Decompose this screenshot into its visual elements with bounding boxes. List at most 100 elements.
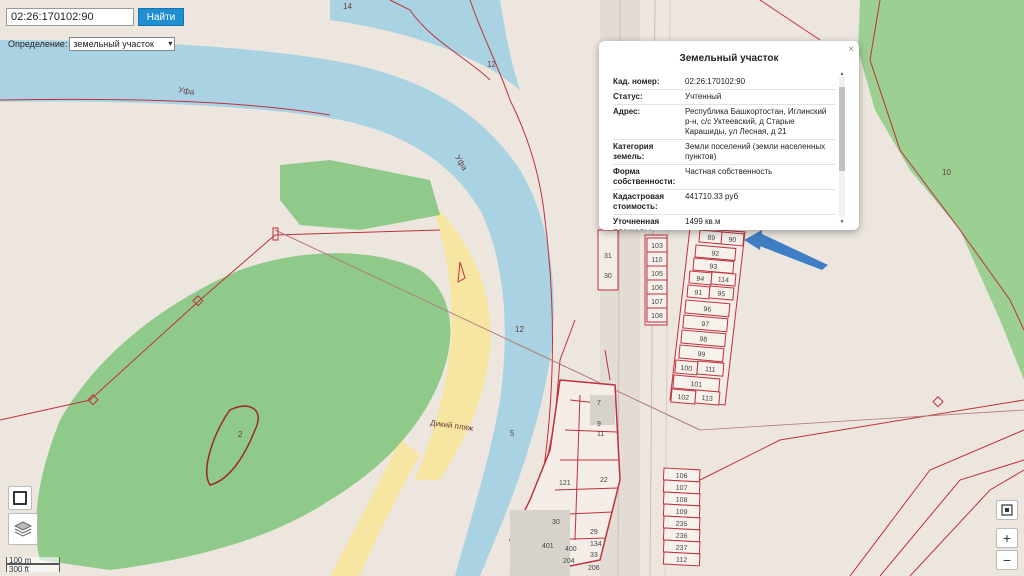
plot-number: 107 <box>651 299 663 306</box>
parcel-label: 400 <box>565 546 577 553</box>
land-plot[interactable]: 114 <box>710 271 737 287</box>
plots-left-column: 103 110 105 106 107 108 <box>646 237 668 323</box>
parcel-label: 2 <box>238 430 243 439</box>
land-plot[interactable]: 106 <box>646 279 668 295</box>
parcel-label: 9 <box>597 421 601 428</box>
popup-title: Земельный участок <box>679 53 779 64</box>
info-value: 441710.33 руб <box>685 192 739 201</box>
info-key: Кадастровая стоимость: <box>613 192 665 211</box>
info-value: Частная собственность <box>685 167 773 176</box>
plot-number: 90 <box>728 237 736 245</box>
cadastral-search-input[interactable] <box>6 8 134 26</box>
plot-number: 108 <box>676 497 688 505</box>
land-plot[interactable]: 94 <box>688 270 713 286</box>
parcel-label: 12 <box>515 325 524 334</box>
popup-info-row: Кадастровая стоимость: 441710.33 руб <box>613 190 835 215</box>
popup-scrollbar[interactable]: ▲ ▼ <box>839 71 845 225</box>
land-plot[interactable]: 103 <box>646 237 668 253</box>
popup-info-row: Форма собственности: Частная собственност… <box>613 165 835 190</box>
parcel-label: 14 <box>343 2 352 11</box>
land-plot[interactable]: 90 <box>720 231 745 247</box>
plot-number: 110 <box>651 257 662 264</box>
definition-selected: земельный участок <box>73 39 154 49</box>
parcel-info-popup: Земельный участок × Кад. номер: 02:26:170… <box>599 41 859 230</box>
parcel-label: 206 <box>588 565 600 572</box>
plot-number: 102 <box>677 394 689 402</box>
parcel-label: 5 <box>510 429 515 438</box>
info-key: Статус: <box>613 92 643 101</box>
square-icon <box>13 491 27 505</box>
plot-number: 111 <box>705 366 716 374</box>
plot-number: 91 <box>694 290 702 298</box>
parcel-label: 33 <box>590 552 598 559</box>
info-key: Адрес: <box>613 107 641 116</box>
zoom-in-button[interactable]: + <box>996 528 1018 548</box>
plot-number: 93 <box>709 263 717 271</box>
info-key: Кад. номер: <box>613 77 660 86</box>
land-plot[interactable]: 100 <box>674 359 699 376</box>
info-value: 1499 кв.м <box>685 217 721 226</box>
scale-imperial: 300 ft <box>6 564 60 574</box>
close-icon[interactable]: × <box>848 44 854 55</box>
parcel-label: 10 <box>942 168 951 177</box>
plot-number: 114 <box>717 277 729 285</box>
land-plot[interactable]: 113 <box>694 389 721 406</box>
search-bar: Найти <box>6 8 184 26</box>
info-value: Республика Башкортостан, Иглинский р-н, … <box>685 107 827 136</box>
locate-button[interactable] <box>996 500 1018 520</box>
land-plot[interactable]: 110 <box>646 251 668 267</box>
plot-number: 96 <box>703 306 711 314</box>
plot-number: 106 <box>651 285 663 292</box>
info-value: 02:26:170102:90 <box>685 77 746 86</box>
plot-number: 89 <box>707 235 715 243</box>
plot-number: 112 <box>676 557 688 565</box>
popup-info-row: Кад. номер: 02:26:170102:90 <box>613 75 835 90</box>
plot-number: 98 <box>699 336 707 344</box>
popup-info-row: Уточненная площадь: 1499 кв.м <box>613 215 835 230</box>
land-plot[interactable]: 95 <box>708 285 735 301</box>
locate-icon <box>1001 504 1013 516</box>
land-plot[interactable]: 111 <box>696 360 725 377</box>
scroll-up-icon[interactable]: ▲ <box>839 71 845 77</box>
info-value: Учтенный <box>685 92 722 101</box>
land-plot[interactable]: 112 <box>662 551 701 567</box>
definition-select[interactable]: земельный участок ▾ <box>69 37 176 51</box>
info-key: Категория земель: <box>613 142 654 161</box>
plot-number: 105 <box>651 271 663 278</box>
land-plot[interactable]: 89 <box>698 229 725 245</box>
layers-button[interactable] <box>8 513 38 545</box>
plot-number: 92 <box>711 250 719 258</box>
land-plot[interactable]: 105 <box>646 265 668 281</box>
building <box>590 395 615 425</box>
land-plot[interactable]: 91 <box>686 284 711 300</box>
land-plot[interactable]: 107 <box>646 293 668 309</box>
zoom-out-button[interactable]: − <box>996 550 1018 570</box>
land-plot[interactable]: 102 <box>670 388 697 405</box>
parcel-label: 12 <box>487 60 496 69</box>
plot-number: 236 <box>676 533 688 541</box>
plot-number: 106 <box>676 473 688 481</box>
plot-number: 235 <box>676 521 688 529</box>
search-button[interactable]: Найти <box>138 8 184 26</box>
layers-icon <box>14 521 32 537</box>
land-plot[interactable]: 108 <box>646 307 668 323</box>
cadastral-map[interactable]: 103110105106107108 89 90929394 11491 959697… <box>0 0 1024 576</box>
scale-bar: 100 m 300 ft <box>6 557 60 574</box>
parcel-label: 401 <box>542 543 554 550</box>
plot-number: 100 <box>680 365 692 373</box>
plot-number: 94 <box>696 276 704 284</box>
popup-info-row: Статус: Учтенный <box>613 90 835 105</box>
popup-info-row: Адрес: Республика Башкортостан, Иглинский… <box>613 105 835 140</box>
plot-number: 237 <box>676 545 688 553</box>
definition-row: Определение: земельный участок ▾ <box>8 37 176 51</box>
definition-label: Определение: <box>8 39 68 49</box>
scroll-down-icon[interactable]: ▼ <box>839 219 845 225</box>
popup-info-row: Категория земель: Земли поселений (земли … <box>613 140 835 165</box>
parcel-label: 31 <box>604 253 612 260</box>
parcel-label: 30 <box>604 273 612 280</box>
scroll-thumb[interactable] <box>839 87 845 171</box>
fullscreen-toggle-button[interactable] <box>8 486 32 510</box>
parcel-label: 134 <box>590 541 602 548</box>
plot-number: 107 <box>676 485 688 493</box>
parcel-label: 121 <box>559 480 571 487</box>
